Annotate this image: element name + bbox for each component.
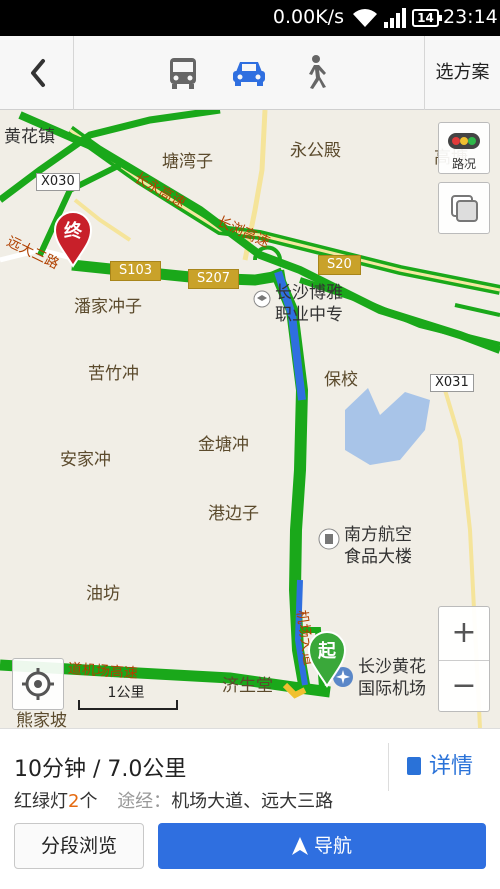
place-label: 港边子 [208, 504, 259, 524]
route-map[interactable]: 黄花镇 塘湾子 永公殿 高塘 潘家冲子 长沙博雅 职业中专 苦竹冲 保校 安家冲… [0, 110, 500, 728]
route-time-distance: 10分钟 / 7.0公里 [14, 757, 187, 782]
mode-walk-button[interactable] [292, 50, 338, 96]
back-button[interactable] [0, 36, 74, 110]
traffic-light-icon [448, 133, 480, 149]
road-shield: S207 [188, 269, 240, 289]
start-marker-label: 起 [318, 641, 336, 662]
zoom-out-button[interactable]: − [439, 660, 489, 712]
map-canvas [0, 110, 500, 728]
building-icon [318, 528, 340, 550]
status-time: 23:14 [443, 6, 498, 28]
place-label: 保校 [324, 370, 358, 390]
mode-bus-button[interactable] [160, 50, 206, 96]
chevron-left-icon [31, 59, 45, 87]
navigate-label: 导航 [313, 835, 352, 857]
route-options-button[interactable]: 选方案 [424, 36, 500, 110]
navigation-arrow-icon [291, 837, 308, 855]
place-label: 职业中专 [275, 305, 343, 325]
zoom-in-button[interactable]: + [439, 607, 489, 659]
traffic-toggle-button[interactable]: 路况 [438, 122, 490, 174]
end-marker[interactable]: 终 [53, 210, 93, 268]
road-shield: S20 [318, 255, 361, 275]
road-shield: S103 [110, 261, 162, 281]
traffic-lights-suffix: 个 [79, 791, 98, 812]
locate-me-button[interactable] [12, 658, 64, 710]
car-icon [233, 62, 265, 86]
via-label: 途经： [117, 791, 172, 812]
place-label: 塘湾子 [162, 152, 213, 172]
traffic-lights-count: 2 [68, 791, 80, 812]
mode-car-button[interactable] [226, 50, 272, 96]
place-label: 永公殿 [290, 141, 341, 161]
route-summary-panel: 10分钟 / 7.0公里 详情 红绿灯2个 途经：机场大道、远大三路 分段浏览 … [0, 728, 500, 889]
place-label: 安家冲 [60, 450, 111, 470]
place-label: 潘家冲子 [74, 297, 142, 317]
road-code: X031 [430, 374, 474, 392]
school-icon [253, 290, 271, 308]
lake [345, 388, 430, 465]
segment-browse-button[interactable]: 分段浏览 [14, 823, 144, 869]
traffic-toggle-label: 路况 [451, 157, 476, 171]
place-label: 金塘冲 [198, 435, 249, 455]
status-bar: 0.00K/s 14 23:14 [0, 0, 500, 36]
walking-person-icon [309, 55, 326, 89]
route-details-button[interactable]: 详情 [388, 743, 500, 791]
layers-icon [451, 195, 478, 222]
place-label: 食品大楼 [344, 547, 412, 567]
zoom-controls: + − [438, 606, 490, 712]
traffic-lights-prefix: 红绿灯 [14, 791, 68, 812]
crosshair-icon [22, 668, 54, 700]
wifi-icon [353, 9, 377, 27]
navigate-button[interactable]: 导航 [158, 823, 486, 869]
road-code: X030 [36, 173, 80, 191]
route-mode-bar: 选方案 [0, 36, 500, 110]
place-label: 苦竹冲 [88, 364, 139, 384]
place-label: 油坊 [86, 584, 120, 604]
route-info: 红绿灯2个 途经：机场大道、远大三路 [14, 787, 333, 813]
battery-icon: 14 [412, 9, 442, 27]
bus-icon [170, 58, 196, 89]
place-label: 黄花镇 [4, 127, 55, 147]
place-label: 国际机场 [358, 679, 426, 699]
map-scale: 1公里 [78, 682, 178, 712]
scale-label: 1公里 [107, 685, 145, 701]
end-marker-label: 终 [64, 221, 82, 242]
network-speed: 0.00K/s [272, 6, 344, 28]
signal-icon [384, 8, 406, 28]
route-details-label: 详情 [429, 754, 474, 779]
start-marker[interactable]: 起 [307, 630, 347, 688]
layers-button[interactable] [438, 182, 490, 234]
place-label: 济生堂 [222, 676, 273, 696]
via-roads: 机场大道、远大三路 [171, 791, 334, 812]
scale-bar [78, 700, 178, 710]
list-icon [407, 757, 421, 775]
